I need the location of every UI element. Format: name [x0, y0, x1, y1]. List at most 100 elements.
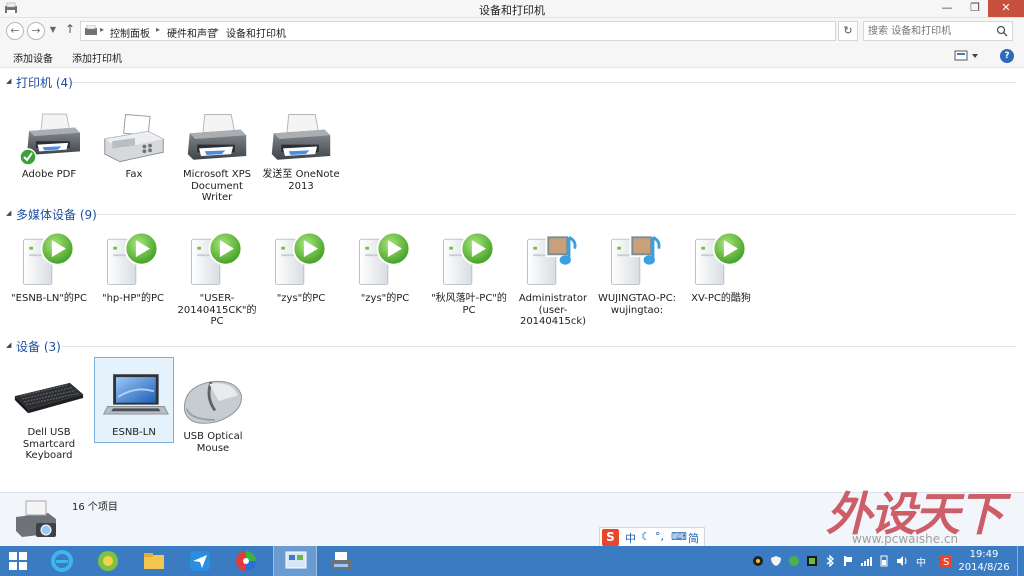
media-server-icon [442, 231, 495, 286]
media-item[interactable]: "zys"的PC [345, 226, 425, 305]
breadcrumb-control-panel[interactable]: 控制面板 [110, 25, 150, 40]
item-count: 16 个项目 [72, 502, 118, 513]
ime-language-label[interactable]: 中 [625, 530, 636, 546]
show-desktop-button[interactable] [1017, 546, 1024, 576]
media-item[interactable]: "zys"的PC [261, 226, 341, 305]
color-wheel-app-icon [236, 551, 256, 571]
device-label: 发送至 OneNote 2013 [262, 169, 340, 192]
help-icon[interactable]: ? [1000, 49, 1014, 63]
section-header-media[interactable]: ◢ 多媒体设备 (9) [0, 205, 1020, 223]
section-header-printers[interactable]: ◢ 打印机 (4) [0, 73, 1020, 91]
device-item-xps-writer[interactable]: Microsoft XPS Document Writer [177, 110, 257, 204]
add-printer-button[interactable]: 添加打印机 [72, 50, 122, 65]
taskbar-ie[interactable] [40, 546, 84, 576]
battery-icon[interactable] [878, 555, 890, 567]
section-title-printers: 打印机 (4) [16, 76, 73, 90]
media-item[interactable]: "ESNB-LN"的PC [9, 226, 89, 305]
collapse-chevron-icon[interactable]: ◢ [6, 209, 11, 217]
device-item-adobe-pdf[interactable]: Adobe PDF [9, 110, 89, 181]
device-label: Microsoft XPS Document Writer [183, 169, 251, 203]
network-signal-icon[interactable] [860, 555, 872, 567]
restore-button[interactable]: ❐ [962, 0, 988, 17]
search-icon[interactable] [996, 25, 1008, 37]
change-view-icon[interactable] [954, 50, 980, 62]
address-bar[interactable]: ▸ 控制面板 ▸ 硬件和声音 ▸ 设备和打印机 ⌄ [80, 21, 908, 41]
media-item[interactable]: XV-PC的酷狗 [681, 226, 761, 305]
ime-toolbar[interactable]: S 中 ☾ °, ⌨ 简 [599, 527, 705, 547]
device-item-onenote[interactable]: 发送至 OneNote 2013 [261, 110, 341, 192]
minimize-button[interactable]: — [934, 0, 960, 17]
device-label: "秋风落叶-PC"的PC [431, 293, 507, 316]
breadcrumb-hardware-sound[interactable]: 硬件和声音 [167, 25, 217, 40]
up-button[interactable]: ↑ [64, 22, 76, 40]
device-item-laptop[interactable]: ESNB-LN [94, 357, 174, 443]
simplified-chinese-icon[interactable]: 简 [688, 530, 699, 546]
printer-default-icon [19, 113, 81, 166]
taskbar-app-green[interactable] [86, 546, 130, 576]
watermark-url: www.pcwaishe.cn [852, 532, 959, 546]
search-input[interactable] [868, 24, 988, 38]
tray-security-icon[interactable] [806, 555, 818, 567]
close-button[interactable]: ✕ [988, 0, 1024, 17]
media-server-icon [106, 231, 159, 286]
laptop-icon [102, 373, 170, 416]
half-width-moon-icon[interactable]: ☾ [641, 530, 651, 543]
section-divider [72, 82, 1016, 83]
collapse-chevron-icon[interactable]: ◢ [6, 341, 11, 349]
sogou-tray-icon[interactable]: S [940, 555, 952, 568]
taskbar-app-blue[interactable] [178, 546, 222, 576]
volume-icon[interactable] [896, 555, 908, 567]
device-label: "ESNB-LN"的PC [11, 293, 87, 304]
device-item-keyboard[interactable]: Dell USB Smartcard Keyboard [9, 372, 89, 462]
breadcrumb-separator[interactable]: ▸ [156, 25, 160, 34]
taskbar-control-panel[interactable] [273, 546, 317, 576]
section-divider [62, 346, 1016, 347]
device-item-mouse[interactable]: USB Optical Mouse [173, 372, 253, 454]
taskbar-file-explorer[interactable] [132, 546, 176, 576]
media-item[interactable]: "USER-20140415CK"的PC [177, 226, 257, 328]
media-server-icon [190, 231, 243, 286]
devices-printers-large-icon [16, 500, 56, 537]
tray-flag-icon[interactable] [842, 555, 854, 567]
section-title-media: 多媒体设备 (9) [16, 208, 97, 222]
clock-date: 2014/8/26 [958, 562, 1010, 573]
keyboard-small-icon[interactable]: ⌨ [671, 530, 687, 543]
device-label: "zys"的PC [276, 293, 326, 304]
media-item[interactable]: WUJINGTAO-PC: wujingtao: [597, 226, 677, 316]
breadcrumb-separator[interactable]: ▸ [100, 25, 104, 34]
paper-plane-app-icon [190, 551, 210, 571]
section-header-devices[interactable]: ◢ 设备 (3) [0, 337, 1020, 355]
bluetooth-icon[interactable] [824, 554, 836, 568]
mouse-icon [183, 379, 243, 425]
taskbar-devices-printers[interactable] [319, 546, 363, 576]
recent-locations-dropdown[interactable]: ▼ [48, 22, 58, 40]
refresh-button[interactable]: ↻ [838, 21, 858, 41]
device-item-fax[interactable]: Fax [94, 110, 174, 181]
start-button[interactable] [0, 546, 36, 576]
media-item[interactable]: "hp-HP"的PC [93, 226, 173, 305]
breadcrumb-devices-printers[interactable]: 设备和打印机 [226, 25, 286, 40]
clock[interactable]: 19:49 2014/8/26 [958, 548, 1010, 574]
sogou-logo-icon[interactable]: S [602, 529, 619, 546]
tray-green-icon[interactable] [788, 555, 800, 567]
breadcrumb-separator[interactable]: ▸ [215, 25, 219, 34]
forward-button[interactable]: → [27, 22, 45, 40]
input-language-indicator[interactable]: 中 [916, 554, 926, 569]
device-label: "zys"的PC [360, 293, 410, 304]
search-box[interactable] [863, 21, 1013, 41]
device-label: Adobe PDF [21, 169, 77, 180]
punctuation-icon[interactable]: °, [655, 530, 664, 543]
windows-logo-icon [9, 552, 27, 570]
add-device-button[interactable]: 添加设备 [13, 50, 53, 65]
taskbar-app-colorful[interactable] [224, 546, 268, 576]
collapse-chevron-icon[interactable]: ◢ [6, 77, 11, 85]
printer-icon [271, 114, 331, 161]
tray-app-icon[interactable] [752, 555, 764, 567]
media-item[interactable]: Administrator (user-20140415ck) [513, 226, 593, 328]
media-server-icon [358, 231, 411, 286]
shield-icon[interactable] [770, 555, 782, 567]
media-item[interactable]: "秋风落叶-PC"的PC [429, 226, 509, 316]
back-button[interactable]: ← [6, 22, 24, 40]
device-label: Dell USB Smartcard Keyboard [22, 427, 76, 461]
system-tray: 中 S [746, 546, 958, 576]
